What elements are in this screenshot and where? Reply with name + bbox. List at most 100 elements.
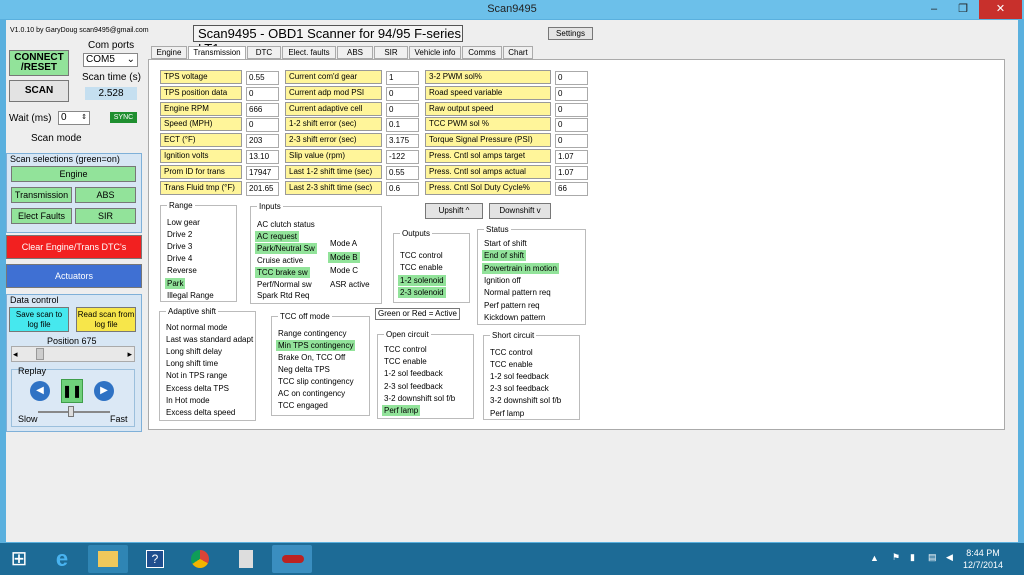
- col3-value: 0: [555, 134, 588, 149]
- open-item: 3-2 downshift sol f/b: [384, 393, 456, 403]
- adaptive-item: Excess delta speed: [166, 407, 236, 417]
- col2-label: 1-2 shift error (sec): [285, 117, 382, 132]
- slider-thumb[interactable]: [36, 348, 44, 360]
- col3-label: Raw output speed: [425, 101, 551, 116]
- status-item: Kickdown pattern: [484, 312, 546, 322]
- tccoff-item: Min TPS contingency: [276, 340, 356, 351]
- short-item: TCC control: [490, 348, 533, 357]
- inputs-item: Cruise active: [257, 255, 304, 265]
- scan-time-label: Scan time (s): [82, 72, 141, 83]
- tab-engine[interactable]: Engine: [151, 46, 187, 59]
- adaptive-item: Long shift delay: [166, 347, 223, 357]
- open-item: TCC control: [384, 345, 427, 354]
- tab-sir[interactable]: SIR: [374, 46, 408, 59]
- flag-icon[interactable]: ⚑: [892, 552, 900, 563]
- col1-value: 0.55: [246, 71, 279, 85]
- arrow-right-icon[interactable]: ▸: [127, 349, 132, 360]
- file-explorer-icon[interactable]: [88, 545, 128, 573]
- rewind-icon[interactable]: ◀: [30, 381, 50, 401]
- chrome-icon[interactable]: [180, 545, 220, 573]
- arrow-left-icon[interactable]: ◂: [13, 349, 18, 360]
- network-icon[interactable]: ▤: [928, 552, 937, 563]
- col1-value: 0: [246, 118, 279, 133]
- engine-select-button[interactable]: Engine: [11, 166, 136, 182]
- range-item: Illegal Range: [167, 290, 214, 300]
- connect-reset-button[interactable]: CONNECT /RESET: [9, 50, 69, 76]
- downshift-button[interactable]: Downshift v: [489, 203, 551, 219]
- col2-value: 0.55: [386, 165, 419, 180]
- close-button[interactable]: ✕: [979, 0, 1022, 19]
- pause-icon[interactable]: ❚❚: [61, 379, 83, 403]
- short-item: 2-3 sol feedback: [490, 384, 549, 394]
- tab-transmission[interactable]: Transmission: [188, 46, 246, 60]
- save-scan-button[interactable]: Save scan to log file: [9, 307, 69, 332]
- tccoff-title: TCC off mode: [278, 312, 332, 321]
- volume-icon[interactable]: ◀: [946, 552, 953, 563]
- clear-dtc-button[interactable]: Clear Engine/Trans DTC's: [6, 235, 142, 259]
- speed-slider[interactable]: [38, 411, 110, 413]
- play-icon[interactable]: ▶: [94, 381, 114, 401]
- spin-icon: ⇕: [81, 114, 87, 121]
- adaptive-item: Long shift time: [166, 359, 219, 369]
- maximize-button[interactable]: ❐: [950, 0, 976, 19]
- internet-explorer-icon[interactable]: e: [43, 545, 81, 573]
- tccoff-item: Brake On, TCC Off: [278, 353, 346, 362]
- clock-time[interactable]: 8:44 PM: [963, 548, 1003, 558]
- abs-select-button[interactable]: ABS: [75, 187, 136, 203]
- calculator-icon[interactable]: [226, 545, 266, 573]
- col2-value: 0.1: [386, 118, 419, 133]
- col1-label: Ignition volts: [160, 149, 242, 163]
- inputs-mode-item: Mode A: [330, 239, 358, 248]
- elect-faults-select-button[interactable]: Elect Faults: [11, 208, 72, 224]
- tab-chart[interactable]: Chart: [503, 46, 533, 59]
- transmission-select-button[interactable]: Transmission: [11, 187, 72, 203]
- speed-slider-thumb[interactable]: [68, 406, 74, 417]
- col1-label: Engine RPM: [160, 101, 242, 116]
- col1-value: 201.65: [246, 181, 279, 196]
- fast-label: Fast: [110, 414, 128, 424]
- tab-vehicle-info[interactable]: Vehicle info: [409, 46, 461, 59]
- windows-start-icon[interactable]: ⊞: [4, 545, 34, 573]
- minimize-button[interactable]: –: [921, 0, 947, 19]
- col3-value: 0: [555, 118, 588, 133]
- col3-value: 1.07: [555, 165, 588, 180]
- tab-elect-faults[interactable]: Elect. faults: [282, 46, 336, 59]
- adaptive-title: Adaptive shift: [166, 307, 219, 316]
- col3-label: Press. Cntl sol amps actual: [425, 164, 551, 179]
- read-scan-button[interactable]: Read scan from log file: [76, 307, 136, 332]
- short-item: TCC enable: [490, 360, 533, 370]
- col3-label: Torque Signal Pressure (PSI): [425, 133, 551, 148]
- inputs-item: Park/Neutral Sw: [255, 242, 317, 254]
- col2-label: Last 2-3 shift time (sec): [285, 180, 382, 195]
- tray-chevron-icon[interactable]: ▲: [870, 553, 879, 563]
- actuators-button[interactable]: Actuators: [6, 264, 142, 288]
- scan-button[interactable]: SCAN: [9, 80, 69, 102]
- col3-value: 66: [555, 181, 588, 196]
- col1-value: 17947: [246, 165, 279, 180]
- tab-abs[interactable]: ABS: [337, 46, 373, 59]
- position-slider[interactable]: ◂ ▸: [11, 346, 135, 362]
- col3-label: 3-2 PWM sol%: [425, 70, 551, 84]
- col2-label: Slip value (rpm): [285, 149, 382, 163]
- power-icon[interactable]: ▮: [910, 552, 915, 563]
- replay-label: Replay: [18, 366, 47, 376]
- col1-value: 203: [246, 134, 279, 149]
- inputs-title: Inputs: [257, 202, 283, 211]
- inputs-mode-item: ASR active: [330, 279, 370, 289]
- clock-date[interactable]: 12/7/2014: [963, 560, 1003, 570]
- settings-button[interactable]: Settings: [548, 27, 593, 40]
- upshift-button[interactable]: Upshift ^: [425, 203, 483, 219]
- adaptive-item: Excess delta TPS: [166, 383, 229, 393]
- help-icon[interactable]: ?: [134, 545, 174, 573]
- tab-dtc[interactable]: DTC: [247, 46, 281, 59]
- com-port-select[interactable]: COM5 ⌄: [83, 53, 138, 67]
- tab-comms[interactable]: Comms: [462, 46, 502, 59]
- sir-select-button[interactable]: SIR: [75, 208, 136, 224]
- range-item: Drive 2: [167, 230, 193, 240]
- chevron-down-icon: ⌄: [126, 54, 135, 65]
- app-header-title: Scan9495 - OBD1 Scanner for 94/95 F-seri…: [193, 25, 463, 56]
- range-title: Range: [167, 201, 195, 210]
- scan9495-taskbar-icon[interactable]: [272, 545, 312, 573]
- position-label: Position 675: [47, 336, 97, 346]
- wait-stepper[interactable]: 0 ⇕: [58, 111, 90, 125]
